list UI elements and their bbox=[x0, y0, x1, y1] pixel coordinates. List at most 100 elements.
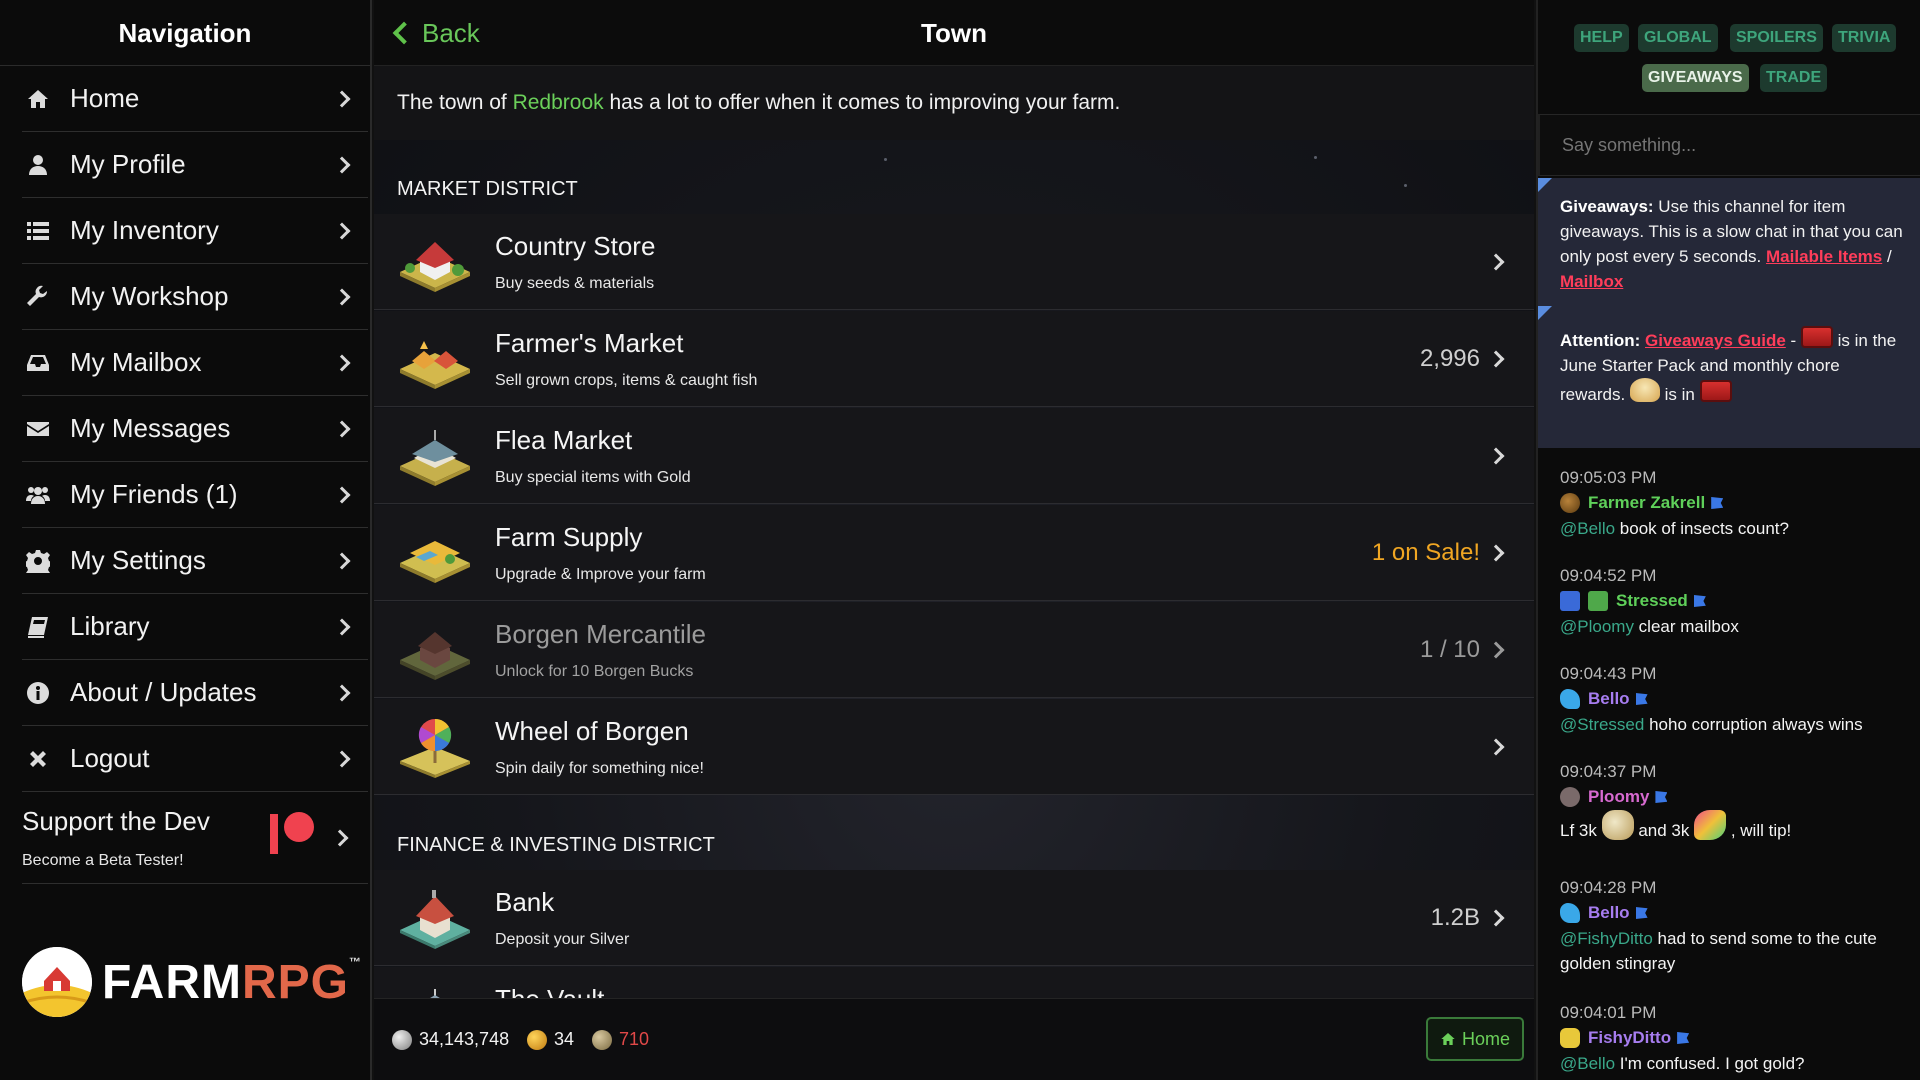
sidebar-item-home[interactable]: Home bbox=[22, 66, 368, 132]
row-title: Farm Supply bbox=[495, 522, 643, 552]
list-item-wheel-of-borgen[interactable]: Wheel of Borgen Spin daily for something… bbox=[374, 699, 1534, 795]
message-username[interactable]: Ploomy bbox=[1588, 787, 1649, 807]
chevron-right-icon bbox=[333, 222, 351, 239]
row-title: Bank bbox=[495, 887, 555, 917]
row-subtitle: Upgrade & Improve your farm bbox=[495, 566, 706, 583]
row-value: 1.2B bbox=[1430, 903, 1480, 931]
sidebar-item-label: My Settings bbox=[70, 545, 206, 575]
channel-trade[interactable]: TRADE bbox=[1760, 64, 1828, 92]
sidebar-item-mailbox[interactable]: My Mailbox bbox=[22, 330, 368, 396]
flag-icon[interactable] bbox=[1677, 1032, 1690, 1044]
sidebar-title: Navigation bbox=[0, 0, 370, 66]
flag-icon[interactable] bbox=[1655, 791, 1668, 803]
sidebar-item-about[interactable]: About / Updates bbox=[22, 660, 368, 726]
sidebar-item-logout[interactable]: Logout bbox=[22, 726, 368, 792]
pinned-giveaways-note: Giveaways: Use this channel for item giv… bbox=[1560, 197, 1903, 291]
flag-icon[interactable] bbox=[1693, 595, 1706, 607]
channel-trivia[interactable]: TRIVIA bbox=[1832, 24, 1897, 52]
message-username[interactable]: Farmer Zakrell bbox=[1588, 493, 1705, 513]
chevron-right-icon bbox=[333, 618, 351, 635]
message-username[interactable]: Stressed bbox=[1616, 591, 1688, 611]
page-title: Town bbox=[921, 18, 987, 48]
list-item-farmers-market[interactable]: Farmer's Market Sell grown crops, items … bbox=[374, 311, 1534, 407]
flag-icon[interactable] bbox=[1711, 497, 1724, 509]
row-title: Flea Market bbox=[495, 425, 633, 455]
message-username[interactable]: FishyDitto bbox=[1588, 1028, 1671, 1048]
gear-icon bbox=[24, 547, 52, 575]
mailable-items-link[interactable]: Mailable Items bbox=[1766, 247, 1882, 266]
sidebar-item-label: My Workshop bbox=[70, 281, 229, 311]
row-title: Wheel of Borgen bbox=[495, 716, 689, 746]
envelope-icon bbox=[24, 415, 52, 443]
patreon-icon bbox=[270, 812, 316, 854]
row-value: 2,996 bbox=[1419, 344, 1480, 372]
chevron-right-icon bbox=[331, 829, 349, 846]
message-text: @Stressed hoho corruption always wins bbox=[1560, 715, 1863, 734]
message-username[interactable]: Bello bbox=[1588, 903, 1630, 923]
user-icon bbox=[24, 151, 52, 179]
list-item-farm-supply[interactable]: Farm Supply Upgrade & Improve your farm … bbox=[374, 505, 1534, 601]
row-subtitle: Unlock for 10 Borgen Bucks bbox=[495, 663, 694, 680]
flag-icon[interactable] bbox=[1635, 907, 1648, 919]
chat-panel: HELP GLOBAL SPOILERS TRIVIA GIVEAWAYS TR… bbox=[1536, 0, 1920, 1080]
support-the-dev-link[interactable]: Support the Dev Become a Beta Tester! bbox=[22, 792, 368, 884]
channel-help[interactable]: HELP bbox=[1574, 24, 1629, 52]
sidebar-item-settings[interactable]: My Settings bbox=[22, 528, 368, 594]
pie-icon bbox=[1629, 378, 1660, 402]
sidebar-item-workshop[interactable]: My Workshop bbox=[22, 264, 368, 330]
farmers-market-icon bbox=[398, 327, 472, 391]
silver-coin-icon bbox=[392, 1029, 412, 1050]
avatar bbox=[1560, 903, 1580, 923]
list-icon bbox=[24, 217, 52, 245]
message-time: 09:04:43 PM bbox=[1560, 664, 1657, 683]
sidebar-item-label: My Profile bbox=[70, 149, 186, 179]
list-item-flea-market[interactable]: Flea Market Buy special items with Gold bbox=[374, 408, 1534, 504]
list-item-borgen-mercantile[interactable]: Borgen Mercantile Unlock for 10 Borgen B… bbox=[374, 602, 1534, 698]
chat-input[interactable] bbox=[1538, 114, 1920, 176]
avatar bbox=[1560, 591, 1580, 611]
row-subtitle: Sell grown crops, items & caught fish bbox=[495, 372, 758, 389]
giveaways-guide-link[interactable]: Giveaways Guide bbox=[1645, 331, 1786, 350]
chat-message: 09:05:03 PM Farmer Zakrell @Bello book o… bbox=[1560, 468, 1910, 541]
support-subtitle: Become a Beta Tester! bbox=[22, 852, 184, 869]
section-heading-finance: Finance & Investing District bbox=[397, 834, 715, 856]
message-text: @Ploomy clear mailbox bbox=[1560, 617, 1739, 636]
home-icon bbox=[1441, 1033, 1455, 1045]
home-button[interactable]: Home bbox=[1426, 1017, 1524, 1061]
chevron-right-icon bbox=[333, 420, 351, 437]
message-text: @FishyDitto had to send some to the cute… bbox=[1560, 929, 1877, 973]
sidebar-item-label: My Messages bbox=[70, 413, 231, 443]
row-subtitle: Spin daily for something nice! bbox=[495, 760, 704, 777]
message-text: Lf 3k and 3k , will tip! bbox=[1560, 810, 1910, 843]
chevron-right-icon bbox=[333, 354, 351, 371]
chevron-right-icon bbox=[1487, 738, 1505, 755]
list-item-country-store[interactable]: Country Store Buy seeds & materials bbox=[374, 214, 1534, 310]
chevron-right-icon bbox=[333, 684, 351, 701]
mailbox-link[interactable]: Mailbox bbox=[1560, 272, 1623, 291]
message-username[interactable]: Bello bbox=[1588, 689, 1630, 709]
home-icon bbox=[24, 85, 52, 113]
frog-icon bbox=[1588, 591, 1608, 611]
channel-giveaways[interactable]: GIVEAWAYS bbox=[1642, 64, 1749, 92]
sidebar-item-messages[interactable]: My Messages bbox=[22, 396, 368, 462]
row-subtitle: Buy seeds & materials bbox=[495, 275, 655, 292]
bank-icon bbox=[398, 886, 472, 950]
sidebar-item-inventory[interactable]: My Inventory bbox=[22, 198, 368, 264]
sidebar-item-library[interactable]: Library bbox=[22, 594, 368, 660]
channel-global[interactable]: GLOBAL bbox=[1638, 24, 1718, 52]
logo-wordmark: FARMRPG™ bbox=[102, 954, 362, 1009]
book-icon bbox=[24, 613, 52, 641]
pinned-messages: Giveaways: Use this channel for item giv… bbox=[1538, 178, 1920, 448]
message-time: 09:05:03 PM bbox=[1560, 468, 1657, 487]
row-title: Farmer's Market bbox=[495, 328, 684, 358]
top-navbar: Back Town bbox=[374, 0, 1534, 66]
list-item-bank[interactable]: Bank Deposit your Silver 1.2B bbox=[374, 870, 1534, 966]
flag-icon[interactable] bbox=[1635, 693, 1648, 705]
channel-spoilers[interactable]: SPOILERS bbox=[1730, 24, 1823, 52]
sidebar-item-profile[interactable]: My Profile bbox=[22, 132, 368, 198]
sidebar-item-friends[interactable]: My Friends (1) bbox=[22, 462, 368, 528]
chat-message: 09:04:43 PM Bello @Stressed hoho corrupt… bbox=[1560, 664, 1910, 737]
message-time: 09:04:28 PM bbox=[1560, 878, 1657, 897]
sale-badge: 1 on Sale! bbox=[1371, 538, 1480, 566]
farm-supply-icon bbox=[398, 521, 472, 585]
